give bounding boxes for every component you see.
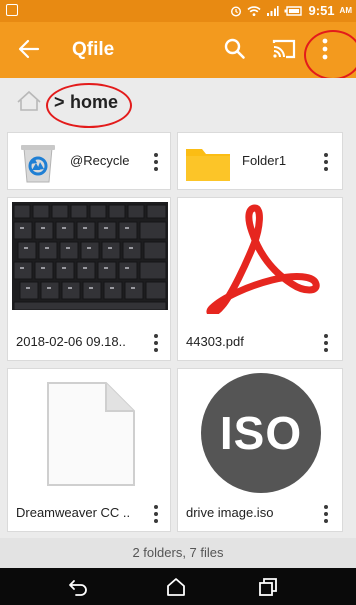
more-vert-icon[interactable] xyxy=(151,332,161,354)
iso-icon: ISO xyxy=(201,373,321,493)
alarm-icon xyxy=(230,5,241,17)
signal-icon xyxy=(266,5,279,16)
file-name: 44303.pdf xyxy=(186,334,244,349)
file-name: Dreamweaver CC .. xyxy=(16,505,131,520)
file-name: drive image.iso xyxy=(186,505,274,520)
more-vert-icon[interactable] xyxy=(321,503,331,525)
clock-ampm: AM xyxy=(339,6,352,15)
notification-icon xyxy=(6,4,18,16)
more-vert-icon[interactable] xyxy=(151,151,161,173)
file-name: 2018-02-06 09.18.. xyxy=(16,334,126,349)
file-card-recycle[interactable]: @Recycle xyxy=(7,132,171,190)
document-icon xyxy=(47,382,135,486)
file-name: @Recycle xyxy=(70,153,130,168)
recent-apps-icon[interactable] xyxy=(258,577,278,597)
keyboard-photo-thumbnail xyxy=(12,202,168,310)
battery-icon xyxy=(284,5,302,16)
cast-icon[interactable] xyxy=(271,38,297,60)
search-icon[interactable] xyxy=(222,36,248,62)
file-card-iso[interactable]: ISO drive image.iso xyxy=(177,368,343,532)
more-vert-icon[interactable] xyxy=(321,332,331,354)
file-card-folder1[interactable]: Folder1 xyxy=(177,132,343,190)
file-card-document[interactable]: Dreamweaver CC .. xyxy=(7,368,171,532)
file-count-footer: 2 folders, 7 files xyxy=(0,538,356,568)
navigation-bar xyxy=(0,568,356,605)
back-nav-icon[interactable] xyxy=(68,577,88,597)
back-arrow-icon[interactable] xyxy=(18,36,40,62)
annotation-circle-home xyxy=(46,83,132,128)
clock-time: 9:51 xyxy=(308,3,335,18)
pdf-icon xyxy=(206,204,320,314)
wifi-icon xyxy=(246,5,261,16)
screen: 9:51 AM Qfile > home @Recycle Folder1 20… xyxy=(0,0,356,605)
folder-icon xyxy=(186,149,230,181)
iso-icon-label: ISO xyxy=(219,407,303,459)
file-card-image[interactable]: 2018-02-06 09.18.. xyxy=(7,197,171,361)
app-bar: Qfile xyxy=(0,22,356,78)
app-title: Qfile xyxy=(72,39,115,60)
status-bar: 9:51 AM xyxy=(0,0,356,22)
recycle-bin-icon xyxy=(21,145,55,183)
house-icon[interactable] xyxy=(16,90,42,112)
home-nav-icon[interactable] xyxy=(166,577,186,597)
more-vert-icon[interactable] xyxy=(151,503,161,525)
more-vert-icon[interactable] xyxy=(321,151,331,173)
file-name: Folder1 xyxy=(242,153,287,168)
annotation-circle-menu xyxy=(304,30,356,80)
file-card-pdf[interactable]: 44303.pdf xyxy=(177,197,343,361)
